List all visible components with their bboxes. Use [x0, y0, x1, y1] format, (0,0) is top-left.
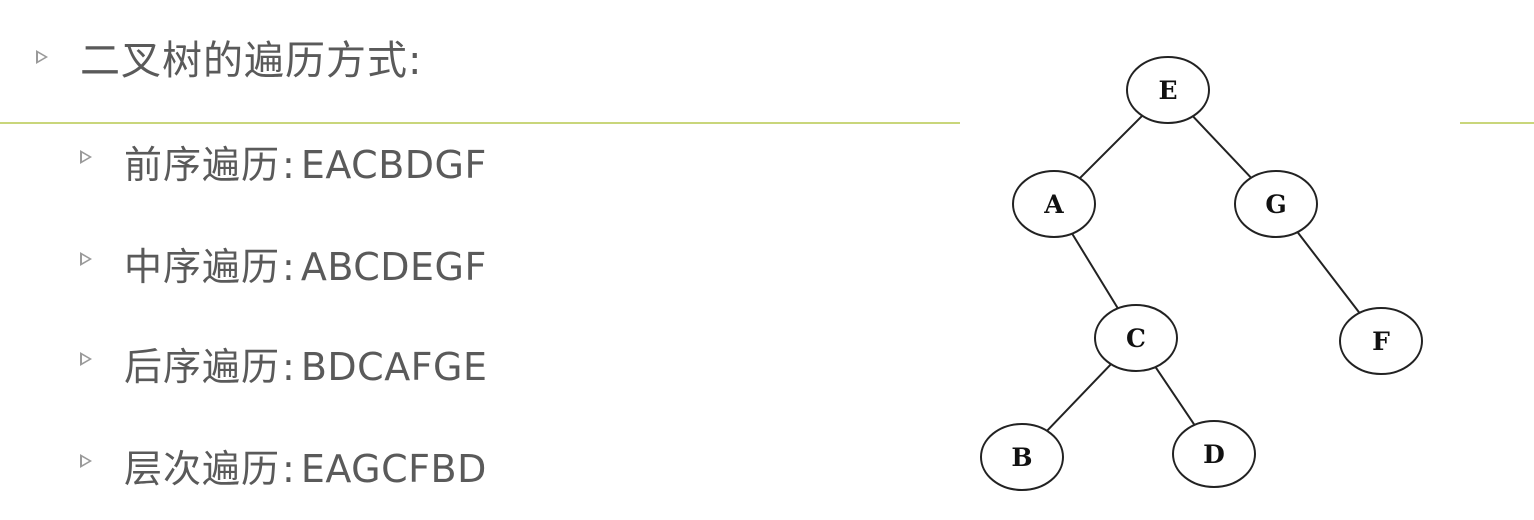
- traversal-sequence: EACBDGF: [300, 143, 487, 187]
- page-title: 二叉树的遍历方式:: [80, 38, 423, 84]
- tree-node-c: C: [1094, 304, 1178, 372]
- tree-node-label: G: [1265, 190, 1286, 219]
- tree-edge-a-c: [1071, 233, 1119, 309]
- tree-edge-c-b: [1046, 363, 1112, 432]
- tree-node-label: C: [1126, 324, 1146, 353]
- binary-tree-svg: E A G C F B D: [980, 56, 1423, 491]
- tree-node-d: D: [1172, 420, 1256, 488]
- tree-node-a: A: [1012, 170, 1096, 238]
- traversal-separator: :: [282, 143, 295, 187]
- bullet-icon: [80, 252, 92, 266]
- traversal-sequence: EAGCFBD: [300, 447, 487, 491]
- tree-edge-e-g: [1192, 115, 1252, 179]
- traversal-sequence: BDCAFGE: [300, 345, 488, 389]
- tree-edge-e-a: [1079, 115, 1143, 179]
- traversal-item-postorder: 后序遍历: BDCAFGE: [124, 336, 488, 391]
- traversal-sequence: ABCDEGF: [300, 245, 487, 289]
- bullet-icon: [80, 150, 92, 164]
- traversal-item-levelorder: 层次遍历: EAGCFBD: [124, 438, 487, 493]
- tree-node-g: G: [1234, 170, 1318, 238]
- tree-node-e: E: [1126, 56, 1210, 124]
- tree-node-label: D: [1203, 440, 1225, 469]
- traversal-label: 前序遍历: [124, 143, 281, 187]
- traversal-label: 后序遍历: [124, 345, 281, 389]
- tree-node-b: B: [980, 423, 1064, 491]
- bullet-icon: [80, 454, 92, 468]
- traversal-separator: :: [282, 447, 295, 491]
- binary-tree-diagram: E A G C F B D: [960, 40, 1460, 510]
- traversal-label: 中序遍历: [124, 245, 281, 289]
- traversal-separator: :: [282, 345, 295, 389]
- tree-edge-g-f: [1296, 231, 1361, 314]
- traversal-item-inorder: 中序遍历: ABCDEGF: [124, 236, 487, 291]
- bullet-icon: [36, 50, 48, 64]
- tree-node-label: A: [1043, 190, 1064, 219]
- tree-node-label: F: [1372, 327, 1390, 356]
- traversal-separator: :: [282, 245, 295, 289]
- tree-node-f: F: [1339, 307, 1423, 375]
- tree-edge-c-d: [1154, 366, 1196, 426]
- bullet-icon: [80, 352, 92, 366]
- tree-node-label: E: [1158, 76, 1177, 105]
- traversal-label: 层次遍历: [124, 447, 281, 491]
- tree-node-label: B: [1011, 443, 1032, 472]
- traversal-item-preorder: 前序遍历: EACBDGF: [124, 134, 487, 189]
